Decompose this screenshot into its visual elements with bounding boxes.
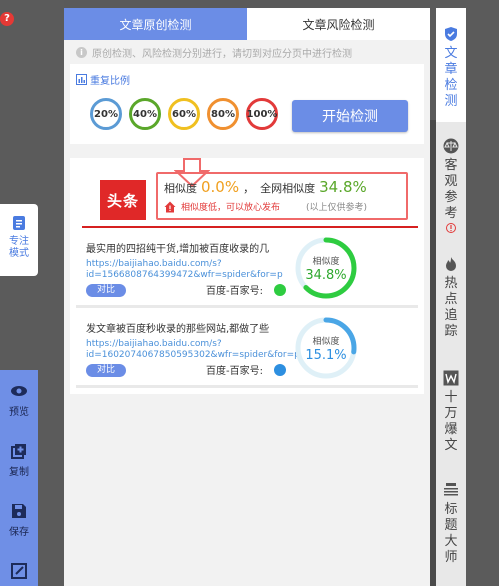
copy-icon [11,444,26,459]
sidebar-tab-label: 热点追踪 [444,276,458,339]
web-similarity-value: 34.8% [319,178,367,196]
ratio-20-option[interactable]: 20% [90,98,122,130]
info-icon: i [76,46,87,58]
notice-bar: i 原创检测、风险检测分别进行，请切到对应分页中进行检测 [64,40,430,64]
edit-icon [11,563,27,579]
save-button[interactable]: 保存 [0,502,38,538]
sidebar-tab-label: 客观参考 [444,158,458,221]
sidebar-tab-label: 十万爆文 [444,390,458,453]
source-label: 百度-百家号: [206,286,263,297]
ratio-100-option[interactable]: 100% [246,98,278,130]
low-similarity-message: 相似度低，可以放心发布 [181,203,281,213]
focus-mode-label: 专注模式 [9,236,29,259]
document-icon [13,216,25,230]
copy-button[interactable]: 复制 [0,442,38,478]
compare-button[interactable]: 对比 [86,364,126,377]
source-status-dot [274,364,286,376]
sidebar-tab-objective-ref[interactable]: 客观参考 [436,138,466,233]
ratio-40-option[interactable]: 40% [129,98,161,130]
start-check-button[interactable]: 开始检测 [292,100,408,132]
notice-text: 原创检测、风险检测分别进行，请切到对应分页中进行检测 [92,48,352,60]
edit-button[interactable] [0,562,38,580]
save-icon [12,504,26,518]
copy-label: 复制 [9,467,29,478]
detection-panel: 文章原创检测 文章风险检测 i 原创检测、风险检测分别进行，请切到对应分页中进行… [64,8,430,586]
web-similarity-label: 全网相似度 [260,182,316,195]
gauge-value: 34.8% [305,268,347,283]
sidebar-tab-viral-articles[interactable]: 十万爆文 [436,370,466,454]
w-badge-icon [443,370,459,386]
sidebar-tab-label: 标题大师 [444,502,458,565]
similarity-label: 相似度 [164,182,197,195]
toutiao-logo: 头条 [100,180,146,220]
tab-original-check[interactable]: 文章原创检测 [64,8,247,40]
preview-label: 预览 [9,407,29,418]
similarity-gauge: 相似度 34.8% [294,236,358,303]
gauge-label: 相似度 [312,337,340,347]
tab-bar: 文章原创检测 文章风险检测 [64,8,430,40]
result-area: 头条 相似度 0.0% ， 全网相似度 34.8% 相似度低，可以放心发布 (以… [70,158,424,394]
ratio-80-option[interactable]: 80% [207,98,239,130]
save-label: 保存 [9,527,29,538]
reference-note: (以上仅供参考) [306,203,368,213]
home-warning-icon [164,201,176,212]
result-url[interactable]: https://baijiahao.baidu.com/s? [86,259,304,270]
similarity-separator: ， [243,182,255,195]
similarity-gauge: 相似度 15.1% [294,316,358,383]
result-title[interactable]: 发文章被百度秒收录的那些网站,都做了些 [86,320,296,335]
sidebar-tab-article-check[interactable]: 文章检测 [436,26,466,110]
ratio-60-option[interactable]: 60% [168,98,200,130]
gauge-value: 15.1% [305,348,347,363]
alert-icon [446,223,456,233]
ratio-title-text: 重复比例 [90,76,130,87]
result-title[interactable]: 最实用的四招纯干货,增加被百度收录的几 [86,240,296,255]
tab-risk-check[interactable]: 文章风险检测 [247,8,430,40]
ratio-title: 重复比例 [76,72,130,87]
item-divider [76,305,418,308]
item-divider [76,385,418,388]
result-item: 最实用的四招纯干货,增加被百度收录的几 https://baijiahao.ba… [86,240,412,297]
shield-icon [445,27,457,41]
result-url[interactable]: https://baijiahao.baidu.com/s? [86,339,304,350]
similarity-summary: 相似度 0.0% ， 全网相似度 34.8% 相似度低，可以放心发布 (以上仅供… [156,172,408,220]
eye-icon [11,386,27,396]
sidebar-tab-label: 文章检测 [444,46,458,109]
similarity-value: 0.0% [201,178,240,196]
bar-chart-icon [76,74,87,85]
hot-flame-icon [446,257,456,271]
divider-line [82,226,418,228]
compare-button[interactable]: 对比 [86,284,126,297]
result-url-id[interactable]: id=1602074067850595302&wfr=spider&for=pc [86,350,304,361]
title-icon [444,483,458,496]
focus-mode-button[interactable]: 专注模式 [0,204,38,276]
gauge-label: 相似度 [312,257,340,267]
preview-button[interactable]: 预览 [0,382,38,418]
ratio-card: 重复比例 20% 40% 60% 80% 100% 开始检测 [70,64,424,144]
source-status-dot [274,284,286,296]
result-url-id[interactable]: id=1566808764399472&wfr=spider&for=p [86,270,304,281]
source-label: 百度-百家号: [206,366,263,377]
result-item: 发文章被百度秒收录的那些网站,都做了些 https://baijiahao.ba… [86,320,412,377]
scale-icon [443,138,459,154]
sidebar-tab-hot-topics[interactable]: 热点追踪 [436,256,466,340]
help-icon[interactable]: ? [0,12,14,26]
sidebar-tab-title-master[interactable]: 标题大师 [436,482,466,566]
